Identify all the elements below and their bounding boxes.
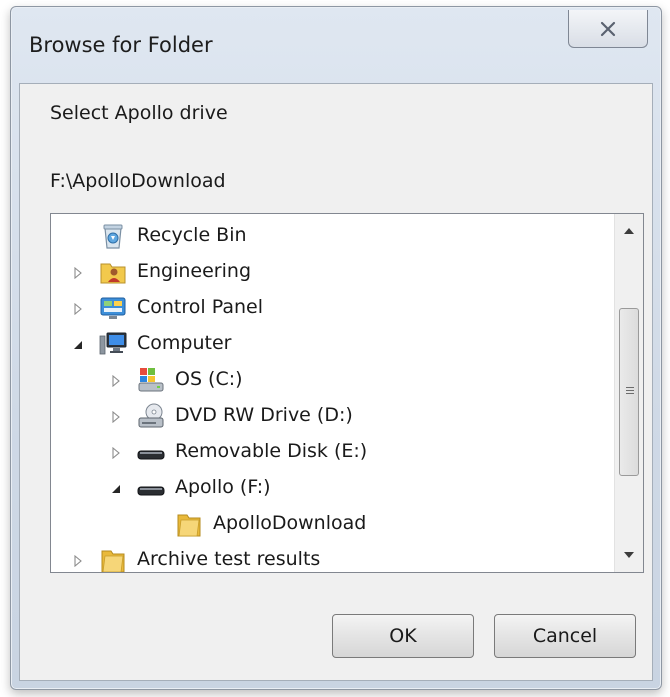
tree-item-label: Removable Disk (E:) — [175, 440, 368, 462]
computer-icon — [99, 332, 127, 355]
title-bar[interactable]: Browse for Folder — [11, 7, 661, 83]
user-folder-icon — [100, 263, 126, 284]
folder-icon — [177, 514, 201, 537]
tree-item-engineering[interactable]: Engineering — [51, 254, 617, 290]
tree-item-apollo-f[interactable]: Apollo (F:) — [51, 470, 617, 506]
scroll-up-button[interactable] — [615, 216, 643, 246]
scroll-up-icon — [624, 228, 634, 234]
tree-item-label: Computer — [137, 332, 232, 354]
removable-disk-icon — [137, 450, 165, 460]
scrollbar-thumb[interactable] — [619, 308, 639, 476]
scroll-down-icon — [624, 552, 634, 558]
cancel-button[interactable]: Cancel — [494, 614, 636, 658]
collapse-arrow-icon[interactable] — [109, 482, 123, 496]
expand-arrow-icon[interactable] — [71, 554, 85, 568]
dvd-drive-icon — [138, 403, 164, 428]
collapse-arrow-icon[interactable] — [71, 338, 85, 352]
selected-path: F:\ApolloDownload — [50, 170, 226, 192]
expand-arrow-icon[interactable] — [109, 410, 123, 424]
window-title: Browse for Folder — [29, 33, 213, 57]
tree-item-control-panel[interactable]: Control Panel — [51, 290, 617, 326]
control-panel-icon — [100, 297, 126, 319]
expand-arrow-icon[interactable] — [109, 446, 123, 460]
ok-button[interactable]: OK — [332, 614, 474, 658]
recycle-bin-icon — [103, 224, 123, 249]
tree-item-os-c[interactable]: OS (C:) — [51, 362, 617, 398]
tree-item-dvd-rw-drive-d[interactable]: DVD RW Drive (D:) — [51, 398, 617, 434]
tree-item-label: Archive test results — [137, 548, 321, 570]
tree-item-label: ApolloDownload — [213, 512, 367, 534]
scroll-down-button[interactable] — [615, 540, 643, 570]
expand-arrow-icon[interactable] — [109, 374, 123, 388]
close-button[interactable] — [568, 10, 648, 48]
dialog-prompt: Select Apollo drive — [50, 102, 228, 124]
folder-icon — [101, 550, 125, 572]
tree-item-label: Recycle Bin — [137, 224, 247, 246]
close-icon — [600, 21, 616, 36]
system-drive-icon — [138, 368, 164, 392]
removable-disk-icon — [137, 486, 165, 496]
tree-item-apollodownload[interactable]: ApolloDownload — [51, 506, 617, 542]
tree-item-recycle-bin[interactable]: Recycle Bin — [51, 218, 617, 254]
tree-item-label: DVD RW Drive (D:) — [175, 404, 353, 426]
tree-item-label: Engineering — [137, 260, 251, 282]
browse-for-folder-dialog: Browse for Folder Select Apollo drive F:… — [10, 6, 662, 690]
tree-item-label: Control Panel — [137, 296, 263, 318]
tree-item-removable-disk-e[interactable]: Removable Disk (E:) — [51, 434, 617, 470]
folder-tree[interactable]: Recycle Bin Engineering Control Panel Co… — [50, 213, 644, 573]
tree-item-label: Apollo (F:) — [175, 476, 271, 498]
expand-arrow-icon[interactable] — [71, 302, 85, 316]
dialog-body: Select Apollo drive F:\ApolloDownload Re… — [19, 83, 653, 681]
tree-item-computer[interactable]: Computer — [51, 326, 617, 362]
tree-item-label: OS (C:) — [175, 368, 243, 390]
tree-item-archive-test-results[interactable]: Archive test results — [51, 542, 617, 572]
vertical-scrollbar[interactable] — [614, 214, 643, 572]
expand-arrow-icon[interactable] — [71, 266, 85, 280]
